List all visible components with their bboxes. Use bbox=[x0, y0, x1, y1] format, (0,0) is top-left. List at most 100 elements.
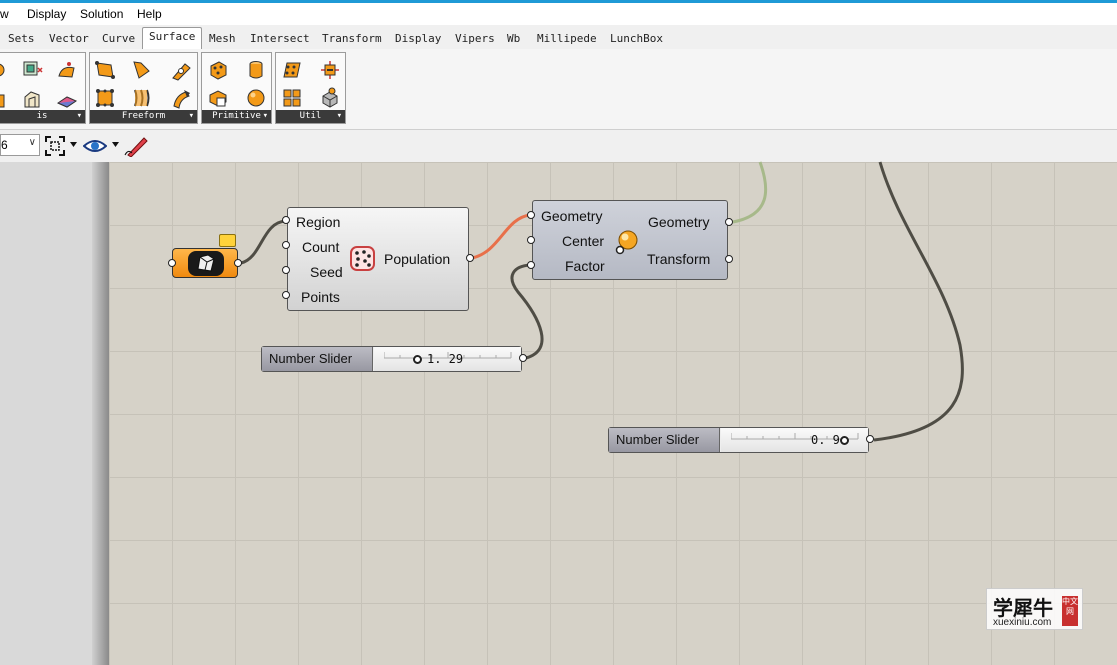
tab-vector[interactable]: Vector bbox=[49, 32, 89, 45]
number-slider-1[interactable]: Number Slider 1. 29 bbox=[261, 346, 522, 372]
slider-name-label: Number Slider bbox=[262, 347, 373, 371]
menu-bar: w Display Solution Help bbox=[0, 3, 1117, 25]
input-count-label: Count bbox=[302, 239, 340, 255]
ribbon-group-title: Util bbox=[299, 111, 322, 121]
slider-1-output-port[interactable] bbox=[519, 354, 527, 362]
zoom-dropdown-arrow-icon[interactable] bbox=[70, 142, 77, 148]
zoom-value: 6 bbox=[1, 138, 8, 152]
menu-help[interactable]: Help bbox=[137, 7, 162, 21]
scale-component[interactable]: Geometry Center Factor Geometry Transfor… bbox=[532, 200, 728, 280]
count-input-port[interactable] bbox=[282, 241, 290, 249]
menu-view[interactable]: w bbox=[0, 7, 9, 21]
brep-param-icon bbox=[188, 251, 224, 276]
ribbon-group-label: Primitive ▾ bbox=[202, 110, 271, 123]
input-factor-label: Factor bbox=[565, 258, 605, 274]
region-input-port[interactable] bbox=[282, 216, 290, 224]
chevron-down-icon[interactable]: ∨ bbox=[29, 137, 36, 148]
populate-geometry-component[interactable]: Region Count Seed Points Population bbox=[287, 207, 469, 311]
slider-track[interactable]: 0. 9 bbox=[721, 428, 868, 452]
center-input-port[interactable] bbox=[527, 236, 535, 244]
ribbon-group-title: Primitive bbox=[212, 111, 261, 121]
brep-param-component[interactable] bbox=[172, 248, 238, 278]
tab-millipede[interactable]: Millipede bbox=[537, 32, 597, 45]
edge-surface-icon[interactable] bbox=[131, 59, 153, 81]
evaluate-surface-icon[interactable] bbox=[56, 59, 78, 81]
tab-curve[interactable]: Curve bbox=[102, 32, 135, 45]
canvas-toolbar: 6 ∨ bbox=[0, 130, 1117, 162]
extrude-icon[interactable] bbox=[170, 59, 192, 81]
surface-frames-icon[interactable] bbox=[281, 87, 303, 109]
tab-transform[interactable]: Transform bbox=[322, 32, 382, 45]
zoom-extents-icon[interactable] bbox=[44, 135, 66, 157]
slider-track[interactable]: 1. 29 bbox=[374, 347, 521, 371]
menu-solution[interactable]: Solution bbox=[80, 7, 123, 21]
preview-eye-icon[interactable] bbox=[83, 136, 107, 156]
fragment-patch-icon[interactable] bbox=[94, 87, 116, 109]
slider-value: 1. 29 bbox=[427, 352, 464, 366]
tab-vipers[interactable]: Vipers bbox=[455, 32, 495, 45]
sketch-pen-icon[interactable] bbox=[124, 135, 148, 157]
zoom-dropdown[interactable]: 6 ∨ bbox=[0, 134, 40, 156]
scale-sphere-icon bbox=[615, 230, 638, 255]
brep-wireframe-icon[interactable] bbox=[21, 89, 43, 111]
tab-intersect[interactable]: Intersect bbox=[250, 32, 310, 45]
group-expand-icon[interactable]: ▾ bbox=[337, 110, 342, 123]
watermark-stamp: 中文网 bbox=[1062, 596, 1078, 626]
seed-input-port[interactable] bbox=[282, 266, 290, 274]
ribbon-group-label: is ▾ bbox=[0, 110, 85, 123]
geometry-input-port[interactable] bbox=[527, 211, 535, 219]
group-expand-icon[interactable]: ▾ bbox=[77, 110, 82, 123]
slider-knob[interactable] bbox=[840, 436, 849, 445]
geometry-output-port[interactable] bbox=[725, 218, 733, 226]
analysis-tool-2-icon[interactable] bbox=[0, 89, 15, 111]
canvas-left-edge-shadow bbox=[92, 162, 109, 665]
input-seed-label: Seed bbox=[310, 264, 343, 280]
ribbon-group-title: Freeform bbox=[121, 111, 166, 121]
ribbon-group-analysis: is ▾ bbox=[0, 52, 86, 124]
network-surface-icon[interactable] bbox=[170, 87, 192, 109]
input-center-label: Center bbox=[562, 233, 605, 249]
tab-wb[interactable]: Wb bbox=[507, 32, 520, 45]
tab-surface[interactable]: Surface bbox=[142, 27, 203, 49]
tab-lunchbox[interactable]: LunchBox bbox=[610, 32, 663, 45]
brep-param-input-port[interactable] bbox=[168, 259, 176, 267]
factor-input-port[interactable] bbox=[527, 261, 535, 269]
slider-knob[interactable] bbox=[413, 355, 422, 364]
ribbon-group-primitive: Primitive ▾ bbox=[201, 52, 272, 124]
isotrim-icon[interactable] bbox=[319, 59, 341, 81]
divide-surface-icon[interactable] bbox=[281, 59, 303, 81]
tab-sets[interactable]: Sets bbox=[8, 32, 35, 45]
brep-param-output-port[interactable] bbox=[234, 259, 242, 267]
output-geometry-label: Geometry bbox=[648, 214, 710, 230]
internalised-data-badge bbox=[219, 234, 236, 247]
input-geometry-label: Geometry bbox=[541, 208, 603, 224]
slider-value: 0. 9 bbox=[811, 433, 840, 447]
population-output-port[interactable] bbox=[466, 254, 474, 262]
preview-dropdown-arrow-icon[interactable] bbox=[112, 142, 119, 148]
group-expand-icon[interactable]: ▾ bbox=[263, 110, 268, 123]
bounding-box-icon[interactable] bbox=[207, 87, 229, 109]
tab-mesh[interactable]: Mesh bbox=[209, 32, 236, 45]
sphere-icon[interactable] bbox=[245, 87, 267, 109]
transform-output-port[interactable] bbox=[725, 255, 733, 263]
output-transform-label: Transform bbox=[647, 251, 711, 267]
slider-2-output-port[interactable] bbox=[866, 435, 874, 443]
group-expand-icon[interactable]: ▾ bbox=[189, 110, 194, 123]
cylinder-icon[interactable] bbox=[245, 59, 267, 81]
ribbon-group-label: Util ▾ bbox=[276, 110, 345, 123]
number-slider-2[interactable]: Number Slider 0. 9 bbox=[608, 427, 869, 453]
points-input-port[interactable] bbox=[282, 291, 290, 299]
brep-join-icon[interactable] bbox=[319, 87, 341, 109]
box-2pt-icon[interactable] bbox=[207, 59, 229, 81]
output-population-label: Population bbox=[384, 251, 451, 267]
boundary-surface-icon[interactable] bbox=[94, 59, 116, 81]
ribbon-group-title: is bbox=[36, 111, 48, 121]
loft-icon[interactable] bbox=[131, 87, 153, 109]
surface-closest-point-icon[interactable] bbox=[56, 89, 78, 111]
deconstruct-box-icon[interactable] bbox=[21, 59, 43, 81]
input-region-label: Region bbox=[296, 214, 341, 230]
analysis-tool-1-icon[interactable] bbox=[0, 59, 15, 81]
menu-display[interactable]: Display bbox=[27, 7, 66, 21]
ribbon-group-freeform: Freeform ▾ bbox=[89, 52, 198, 124]
tab-display[interactable]: Display bbox=[395, 32, 441, 45]
